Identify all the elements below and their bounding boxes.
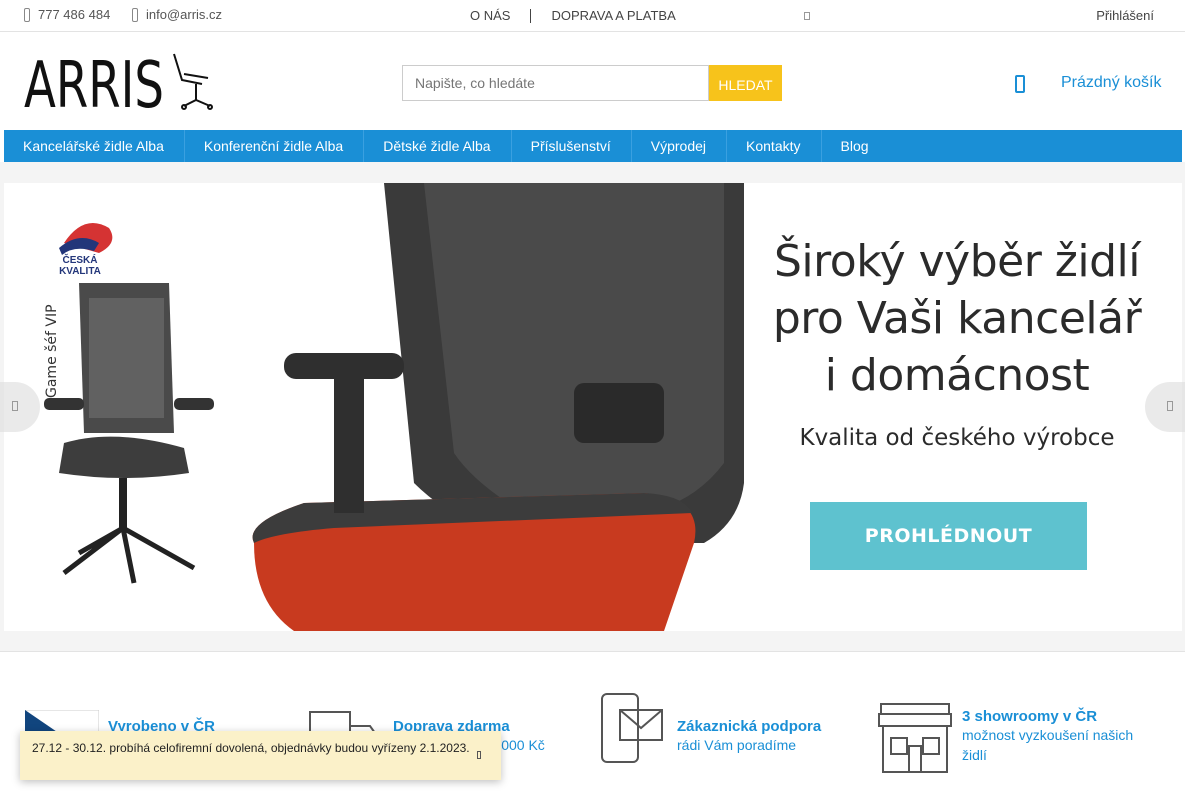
login-link[interactable]: Přihlášení <box>1096 8 1154 23</box>
browse-button[interactable]: PROHLÉDNOUT <box>810 502 1087 570</box>
quality-badge-line-2: KVALITA <box>59 266 101 277</box>
top-bar: 777 486 484 info@arris.cz O NÁS DOPRAVA … <box>0 0 1185 32</box>
nav-kancelarske-zidle[interactable]: Kancelářské židle Alba <box>4 130 185 162</box>
feature-showrooms: 3 showroomy v ČR možnost vyzkoušení naši… <box>962 708 1142 765</box>
nav-kontakty[interactable]: Kontakty <box>727 130 822 162</box>
phone-contact[interactable]: 777 486 484 <box>24 7 110 22</box>
banner-headline: Široký výběr židlí pro Vaši kancelář i d… <box>772 233 1142 404</box>
search-form: HLEDAT <box>402 65 782 101</box>
search-button[interactable]: HLEDAT <box>709 65 782 101</box>
nav-konferencni-zidle[interactable]: Konferenční židle Alba <box>185 130 365 162</box>
chair-mesh <box>424 183 724 513</box>
feature-title: Zákaznická podpora <box>677 718 822 735</box>
cart-link[interactable]: Prázdný košík <box>1061 74 1161 92</box>
cart-icon[interactable] <box>1015 75 1025 93</box>
feature-title: 3 showroomy v ČR <box>962 708 1098 725</box>
quality-badge: ČESKÁ KVALITA <box>49 255 111 277</box>
search-input[interactable] <box>402 65 709 101</box>
chair-lumbar <box>574 383 664 443</box>
logo[interactable]: ARRIS <box>24 49 214 123</box>
phone-number: 777 486 484 <box>38 7 111 22</box>
phone-mail-icon <box>601 693 663 763</box>
small-chair <box>44 283 214 584</box>
feature-subtitle: možnost vyzkoušení našich židlí <box>962 727 1134 763</box>
notice-text: 27.12 - 30.12. probíhá celofiremní dovol… <box>32 741 470 755</box>
phone-icon <box>24 7 30 22</box>
chevron-right-icon <box>1167 401 1173 411</box>
nav-blog[interactable]: Blog <box>822 130 889 162</box>
quality-badge-line-1: ČESKÁ <box>62 255 98 266</box>
link-doprava-platba[interactable]: DOPRAVA A PLATBA <box>551 8 675 23</box>
email-address: info@arris.cz <box>146 7 223 22</box>
feature-subtitle: rádi Vám poradíme <box>677 737 797 753</box>
chair-icon <box>173 53 213 110</box>
headline-line-2: pro Vaši kancelář <box>772 293 1142 344</box>
headline-line-3: i domácnost <box>824 350 1090 401</box>
chair-arm-post <box>334 373 364 513</box>
top-links: O NÁS DOPRAVA A PLATBA <box>470 8 676 23</box>
phone-icon <box>132 7 138 22</box>
main-nav: Kancelářské židle Alba Konferenční židle… <box>4 130 1182 162</box>
store-icon <box>878 703 952 773</box>
divider <box>530 8 532 23</box>
headline-line-1: Široký výběr židlí <box>774 236 1141 287</box>
nav-vyprodej[interactable]: Výprodej <box>632 130 728 162</box>
banner-subline: Kvalita od českého výrobce <box>799 425 1115 451</box>
language-icon[interactable] <box>804 12 810 20</box>
product-label: Game šéf VIP <box>44 304 60 398</box>
czech-quality-logo <box>59 223 113 255</box>
logo-text: ARRIS <box>24 50 164 110</box>
feature-customer-support: Zákaznická podpora rádi Vám poradíme <box>677 718 821 755</box>
holiday-notice: 27.12 - 30.12. probíhá celofiremní dovol… <box>20 731 501 780</box>
nav-prislusenstvi[interactable]: Příslušenství <box>512 130 632 162</box>
nav-detske-zidle[interactable]: Dětské židle Alba <box>364 130 512 162</box>
link-o-nas[interactable]: O NÁS <box>470 8 510 23</box>
chevron-left-icon <box>12 401 18 411</box>
email-contact[interactable]: info@arris.cz <box>132 7 222 22</box>
close-icon[interactable] <box>477 751 481 759</box>
